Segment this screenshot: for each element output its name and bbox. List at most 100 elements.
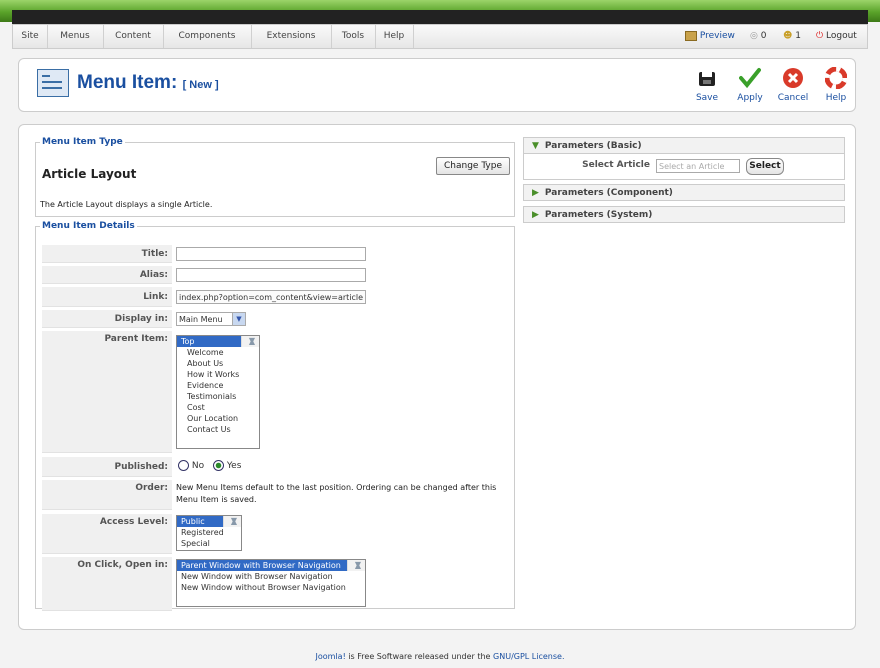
- access-level-list[interactable]: Public Registered Special ▲ ▼: [176, 515, 242, 551]
- users-status[interactable]: ☻ 1: [783, 25, 801, 48]
- main-menu-bar: Site Menus Content Components Extensions…: [12, 24, 868, 49]
- list-item[interactable]: Our Location: [177, 413, 259, 424]
- cancel-button[interactable]: Cancel: [773, 67, 813, 103]
- list-item[interactable]: How it Works: [177, 369, 259, 380]
- on-click-list[interactable]: Parent Window with Browser Navigation Ne…: [176, 559, 366, 607]
- list-item[interactable]: New Window without Browser Navigation: [177, 582, 365, 593]
- scroll-down-icon[interactable]: ▼: [224, 516, 240, 527]
- footer: Joomla! is Free Software released under …: [0, 652, 880, 661]
- order-label: Order:: [42, 480, 172, 510]
- display-in-select[interactable]: Main Menu ▼: [176, 312, 246, 326]
- content-area: Menu Item Type Article Layout Change Typ…: [18, 124, 856, 630]
- menu-components[interactable]: Components: [163, 25, 252, 48]
- lifebuoy-icon: [825, 67, 847, 89]
- list-item[interactable]: Contact Us: [177, 424, 259, 435]
- item-type-name: Article Layout: [42, 167, 137, 181]
- list-item[interactable]: About Us: [177, 358, 259, 369]
- on-click-scrollbar[interactable]: ▲ ▼: [347, 560, 365, 571]
- list-item[interactable]: Special: [177, 538, 241, 549]
- license-link[interactable]: GNU/GPL License.: [493, 652, 564, 661]
- menu-item-details-fieldset: Menu Item Details Title: Alias: Link: in…: [35, 221, 515, 611]
- list-item[interactable]: Evidence: [177, 380, 259, 391]
- list-item[interactable]: Cost: [177, 402, 259, 413]
- menu-item-type-legend: Menu Item Type: [42, 137, 123, 147]
- cancel-label: Cancel: [777, 93, 809, 103]
- logout-icon: ⏻: [816, 31, 824, 41]
- list-item[interactable]: Registered: [177, 527, 241, 538]
- save-button[interactable]: Save: [687, 67, 727, 103]
- save-icon: [699, 72, 715, 86]
- list-item[interactable]: Testimonials: [177, 391, 259, 402]
- parent-item-list[interactable]: Top Welcome About Us How it Works Eviden…: [176, 335, 260, 449]
- link-field[interactable]: index.php?option=com_content&view=articl…: [176, 290, 366, 304]
- parameters-basic-body: Select Article Select an Article Select: [523, 154, 845, 180]
- page-title: Menu Item: [ New ]: [77, 72, 219, 93]
- apply-label: Apply: [737, 93, 763, 103]
- menu-item-icon: [37, 69, 69, 97]
- select-article-button[interactable]: Select: [746, 158, 784, 175]
- title-field[interactable]: [176, 247, 366, 261]
- chevron-down-icon: ▼: [232, 313, 245, 325]
- display-in-label: Display in:: [42, 310, 172, 328]
- published-no-label: No: [191, 461, 205, 471]
- chevron-down-icon: ▼: [532, 141, 539, 151]
- select-article-label: Select Article: [582, 160, 650, 170]
- published-options: No Yes: [178, 460, 241, 471]
- parameters-system-title: Parameters (System): [544, 210, 653, 220]
- access-level-label: Access Level:: [42, 514, 172, 554]
- alias-label: Alias:: [42, 266, 172, 284]
- published-yes-radio[interactable]: [213, 460, 224, 471]
- help-button[interactable]: Help: [816, 67, 856, 103]
- parameters-component-toggle[interactable]: ▶ Parameters (Component): [523, 184, 845, 201]
- list-item[interactable]: Welcome: [177, 347, 259, 358]
- menu-menus[interactable]: Menus: [47, 25, 104, 48]
- order-text: New Menu Items default to the last posit…: [176, 483, 497, 504]
- display-in-value: Main Menu: [179, 315, 223, 324]
- published-label: Published:: [42, 457, 172, 477]
- list-item[interactable]: New Window with Browser Navigation: [177, 571, 365, 582]
- apply-button[interactable]: Apply: [730, 67, 770, 103]
- cancel-icon: [783, 68, 803, 88]
- preview-link[interactable]: Preview: [685, 25, 735, 48]
- help-label: Help: [825, 93, 847, 103]
- menu-tools[interactable]: Tools: [331, 25, 376, 48]
- parameters-component-title: Parameters (Component): [544, 188, 673, 198]
- messages-icon: ◎: [750, 31, 758, 41]
- chevron-right-icon: ▶: [532, 210, 539, 220]
- save-label: Save: [695, 93, 719, 103]
- scroll-down-icon[interactable]: ▼: [242, 336, 258, 347]
- messages-status[interactable]: ◎ 0: [750, 25, 766, 48]
- select-article-field[interactable]: Select an Article: [656, 159, 740, 173]
- alias-field[interactable]: [176, 268, 366, 282]
- menu-item-details-legend: Menu Item Details: [42, 221, 135, 231]
- joomla-link[interactable]: Joomla!: [316, 652, 346, 661]
- parent-item-scrollbar[interactable]: ▲ ▼: [241, 336, 259, 347]
- page-subtitle: [ New ]: [182, 79, 219, 91]
- check-icon: [739, 68, 761, 89]
- page-header: Menu Item: [ New ] Save Apply Cancel Hel…: [18, 58, 856, 112]
- chevron-right-icon: ▶: [532, 188, 539, 198]
- scroll-down-icon[interactable]: ▼: [348, 560, 364, 571]
- users-icon: ☻: [783, 31, 793, 41]
- change-type-button[interactable]: Change Type: [436, 157, 510, 175]
- list-item[interactable]: Top: [177, 336, 246, 347]
- parameters-basic-toggle[interactable]: ▼ Parameters (Basic): [523, 137, 845, 154]
- menu-item-type-fieldset: Menu Item Type Article Layout Change Typ…: [35, 137, 515, 217]
- on-click-label: On Click, Open in:: [42, 557, 172, 611]
- parameters-basic-title: Parameters (Basic): [544, 141, 642, 151]
- menu-site[interactable]: Site: [13, 25, 48, 48]
- logout-link[interactable]: ⏻ Logout: [816, 25, 857, 48]
- list-item[interactable]: Parent Window with Browser Navigation: [177, 560, 352, 571]
- access-level-scrollbar[interactable]: ▲ ▼: [223, 516, 241, 527]
- menu-extensions[interactable]: Extensions: [251, 25, 332, 48]
- parent-item-label: Parent Item:: [42, 331, 172, 453]
- parameters-system-toggle[interactable]: ▶ Parameters (System): [523, 206, 845, 223]
- preview-icon: [685, 30, 697, 41]
- published-no-radio[interactable]: [178, 460, 189, 471]
- menu-content[interactable]: Content: [103, 25, 164, 48]
- list-item[interactable]: Public: [177, 516, 228, 527]
- link-label: Link:: [42, 287, 172, 307]
- footer-text: is Free Software released under the: [345, 652, 494, 661]
- published-yes-label: Yes: [226, 461, 242, 471]
- menu-help[interactable]: Help: [375, 25, 414, 48]
